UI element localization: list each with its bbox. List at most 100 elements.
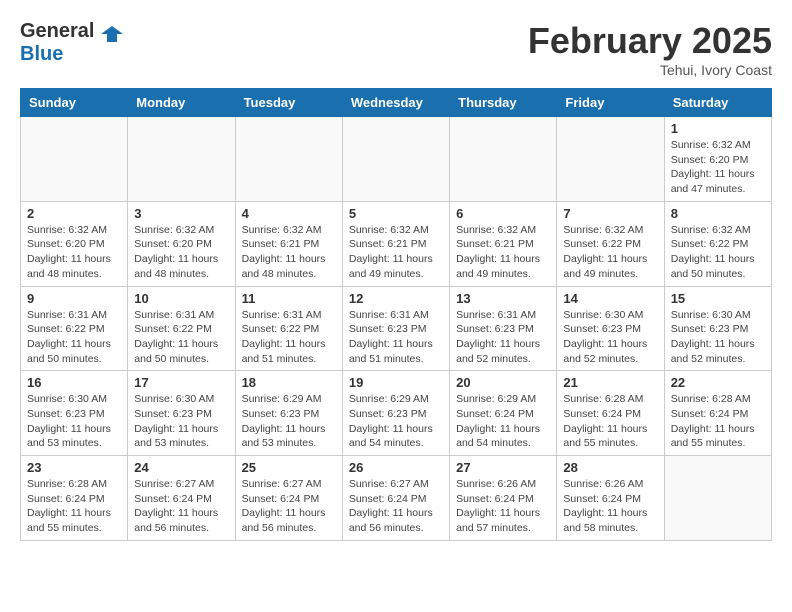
day-number: 28 xyxy=(563,460,657,475)
day-info: Sunrise: 6:27 AM Sunset: 6:24 PM Dayligh… xyxy=(349,477,443,536)
day-info: Sunrise: 6:29 AM Sunset: 6:24 PM Dayligh… xyxy=(456,392,550,451)
day-number: 25 xyxy=(242,460,336,475)
calendar-week-row-2: 2 Sunrise: 6:32 AM Sunset: 6:20 PM Daylig… xyxy=(21,201,772,286)
calendar-cell: 9 Sunrise: 6:31 AM Sunset: 6:22 PM Daylig… xyxy=(21,286,128,371)
day-number: 5 xyxy=(349,206,443,221)
day-info: Sunrise: 6:28 AM Sunset: 6:24 PM Dayligh… xyxy=(27,477,121,536)
calendar-header-wednesday: Wednesday xyxy=(342,89,449,117)
day-number: 6 xyxy=(456,206,550,221)
day-info: Sunrise: 6:29 AM Sunset: 6:23 PM Dayligh… xyxy=(349,392,443,451)
day-info: Sunrise: 6:32 AM Sunset: 6:21 PM Dayligh… xyxy=(349,223,443,282)
day-info: Sunrise: 6:27 AM Sunset: 6:24 PM Dayligh… xyxy=(134,477,228,536)
day-number: 15 xyxy=(671,291,765,306)
calendar-cell: 27Sunrise: 6:26 AM Sunset: 6:24 PM Dayli… xyxy=(450,456,557,541)
day-number: 19 xyxy=(349,375,443,390)
calendar-cell: 12Sunrise: 6:31 AM Sunset: 6:23 PM Dayli… xyxy=(342,286,449,371)
day-number: 26 xyxy=(349,460,443,475)
day-info: Sunrise: 6:31 AM Sunset: 6:22 PM Dayligh… xyxy=(27,308,121,367)
calendar-cell xyxy=(450,117,557,202)
calendar-cell: 26 Sunrise: 6:27 AM Sunset: 6:24 PM Dayli… xyxy=(342,456,449,541)
day-number: 22 xyxy=(671,375,765,390)
logo-bird-icon xyxy=(101,24,123,42)
day-info: Sunrise: 6:32 AM Sunset: 6:20 PM Dayligh… xyxy=(671,138,765,197)
calendar-header-row: SundayMondayTuesdayWednesdayThursdayFrid… xyxy=(21,89,772,117)
calendar-header-friday: Friday xyxy=(557,89,664,117)
page-header: General Blue February 2025 Tehui, Ivory … xyxy=(20,20,772,78)
calendar-header-monday: Monday xyxy=(128,89,235,117)
day-info: Sunrise: 6:26 AM Sunset: 6:24 PM Dayligh… xyxy=(563,477,657,536)
calendar-cell xyxy=(235,117,342,202)
day-info: Sunrise: 6:30 AM Sunset: 6:23 PM Dayligh… xyxy=(563,308,657,367)
day-number: 12 xyxy=(349,291,443,306)
calendar-header-tuesday: Tuesday xyxy=(235,89,342,117)
day-number: 24 xyxy=(134,460,228,475)
calendar-header-saturday: Saturday xyxy=(664,89,771,117)
calendar-cell: 7 Sunrise: 6:32 AM Sunset: 6:22 PM Daylig… xyxy=(557,201,664,286)
day-info: Sunrise: 6:32 AM Sunset: 6:20 PM Dayligh… xyxy=(27,223,121,282)
day-info: Sunrise: 6:30 AM Sunset: 6:23 PM Dayligh… xyxy=(134,392,228,451)
day-number: 2 xyxy=(27,206,121,221)
day-number: 7 xyxy=(563,206,657,221)
calendar-cell: 4 Sunrise: 6:32 AM Sunset: 6:21 PM Daylig… xyxy=(235,201,342,286)
day-number: 27 xyxy=(456,460,550,475)
logo: General Blue xyxy=(20,20,125,66)
calendar-cell: 25 Sunrise: 6:27 AM Sunset: 6:24 PM Dayli… xyxy=(235,456,342,541)
calendar-cell: 22 Sunrise: 6:28 AM Sunset: 6:24 PM Dayli… xyxy=(664,371,771,456)
logo-general: General xyxy=(20,20,94,42)
calendar-cell xyxy=(342,117,449,202)
calendar-cell: 5 Sunrise: 6:32 AM Sunset: 6:21 PM Daylig… xyxy=(342,201,449,286)
calendar-week-row-4: 16Sunrise: 6:30 AM Sunset: 6:23 PM Dayli… xyxy=(21,371,772,456)
day-number: 14 xyxy=(563,291,657,306)
day-number: 1 xyxy=(671,121,765,136)
day-info: Sunrise: 6:31 AM Sunset: 6:22 PM Dayligh… xyxy=(134,308,228,367)
day-info: Sunrise: 6:32 AM Sunset: 6:22 PM Dayligh… xyxy=(563,223,657,282)
day-number: 17 xyxy=(134,375,228,390)
calendar-cell: 13 Sunrise: 6:31 AM Sunset: 6:23 PM Dayli… xyxy=(450,286,557,371)
calendar-cell: 23Sunrise: 6:28 AM Sunset: 6:24 PM Dayli… xyxy=(21,456,128,541)
day-info: Sunrise: 6:32 AM Sunset: 6:22 PM Dayligh… xyxy=(671,223,765,282)
calendar-cell: 14 Sunrise: 6:30 AM Sunset: 6:23 PM Dayli… xyxy=(557,286,664,371)
calendar-cell: 10 Sunrise: 6:31 AM Sunset: 6:22 PM Dayli… xyxy=(128,286,235,371)
calendar-cell: 2 Sunrise: 6:32 AM Sunset: 6:20 PM Daylig… xyxy=(21,201,128,286)
day-info: Sunrise: 6:32 AM Sunset: 6:21 PM Dayligh… xyxy=(456,223,550,282)
day-number: 4 xyxy=(242,206,336,221)
calendar-cell: 1 Sunrise: 6:32 AM Sunset: 6:20 PM Daylig… xyxy=(664,117,771,202)
calendar-cell xyxy=(128,117,235,202)
calendar-header-sunday: Sunday xyxy=(21,89,128,117)
calendar-cell: 15Sunrise: 6:30 AM Sunset: 6:23 PM Dayli… xyxy=(664,286,771,371)
calendar-table: SundayMondayTuesdayWednesdayThursdayFrid… xyxy=(20,88,772,541)
month-title: February 2025 xyxy=(528,20,772,62)
day-info: Sunrise: 6:27 AM Sunset: 6:24 PM Dayligh… xyxy=(242,477,336,536)
day-number: 8 xyxy=(671,206,765,221)
calendar-cell: 24 Sunrise: 6:27 AM Sunset: 6:24 PM Dayli… xyxy=(128,456,235,541)
day-number: 21 xyxy=(563,375,657,390)
calendar-cell: 11Sunrise: 6:31 AM Sunset: 6:22 PM Dayli… xyxy=(235,286,342,371)
day-info: Sunrise: 6:31 AM Sunset: 6:22 PM Dayligh… xyxy=(242,308,336,367)
calendar-cell: 28 Sunrise: 6:26 AM Sunset: 6:24 PM Dayli… xyxy=(557,456,664,541)
calendar-cell: 18 Sunrise: 6:29 AM Sunset: 6:23 PM Dayli… xyxy=(235,371,342,456)
day-number: 10 xyxy=(134,291,228,306)
calendar-week-row-5: 23Sunrise: 6:28 AM Sunset: 6:24 PM Dayli… xyxy=(21,456,772,541)
calendar-cell: 8 Sunrise: 6:32 AM Sunset: 6:22 PM Daylig… xyxy=(664,201,771,286)
calendar-cell xyxy=(21,117,128,202)
calendar-cell: 6 Sunrise: 6:32 AM Sunset: 6:21 PM Daylig… xyxy=(450,201,557,286)
calendar-cell xyxy=(664,456,771,541)
calendar-header-thursday: Thursday xyxy=(450,89,557,117)
calendar-cell: 3Sunrise: 6:32 AM Sunset: 6:20 PM Daylig… xyxy=(128,201,235,286)
calendar-cell: 17 Sunrise: 6:30 AM Sunset: 6:23 PM Dayli… xyxy=(128,371,235,456)
day-number: 18 xyxy=(242,375,336,390)
logo-blue: Blue xyxy=(20,43,63,65)
day-number: 20 xyxy=(456,375,550,390)
day-number: 9 xyxy=(27,291,121,306)
logo-text: General Blue xyxy=(20,20,125,66)
day-number: 3 xyxy=(134,206,228,221)
calendar-cell xyxy=(557,117,664,202)
day-info: Sunrise: 6:28 AM Sunset: 6:24 PM Dayligh… xyxy=(671,392,765,451)
day-info: Sunrise: 6:31 AM Sunset: 6:23 PM Dayligh… xyxy=(456,308,550,367)
day-number: 13 xyxy=(456,291,550,306)
calendar-cell: 19 Sunrise: 6:29 AM Sunset: 6:23 PM Dayli… xyxy=(342,371,449,456)
day-info: Sunrise: 6:29 AM Sunset: 6:23 PM Dayligh… xyxy=(242,392,336,451)
day-info: Sunrise: 6:32 AM Sunset: 6:21 PM Dayligh… xyxy=(242,223,336,282)
calendar-cell: 21Sunrise: 6:28 AM Sunset: 6:24 PM Dayli… xyxy=(557,371,664,456)
calendar-cell: 20 Sunrise: 6:29 AM Sunset: 6:24 PM Dayli… xyxy=(450,371,557,456)
